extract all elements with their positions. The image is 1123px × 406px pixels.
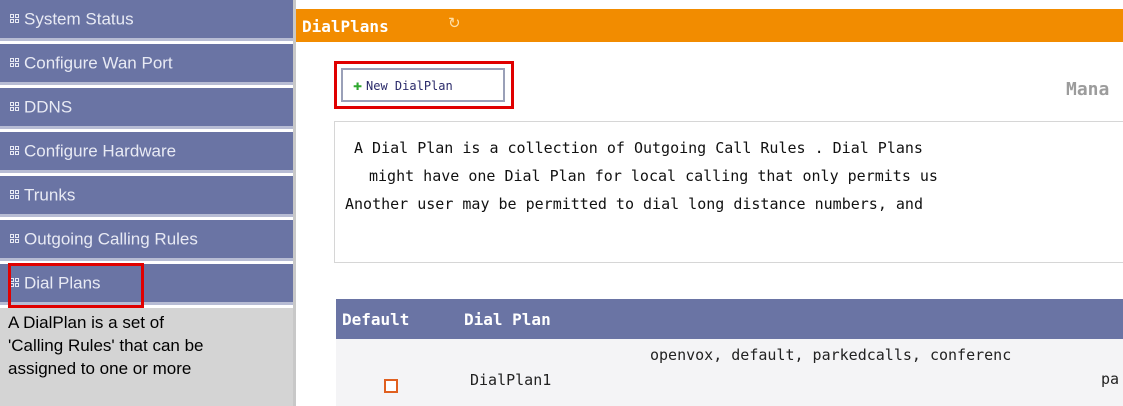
sidebar-item-label: Trunks bbox=[24, 185, 76, 205]
sidebar-item-outgoing-calling-rules[interactable]: Outgoing Calling Rules bbox=[0, 220, 293, 261]
table-row: DialPlan1 openvox, default, parkedcalls,… bbox=[336, 339, 1123, 406]
sidebar-item-label: Configure Hardware bbox=[24, 141, 177, 161]
new-dialplan-button[interactable]: ✚ New DialPlan bbox=[341, 68, 505, 102]
grid-icon bbox=[10, 233, 20, 244]
new-dialplan-label: New DialPlan bbox=[366, 79, 453, 93]
grid-icon bbox=[10, 101, 20, 112]
grid-icon bbox=[10, 145, 20, 156]
sidebar-item-label: Outgoing Calling Rules bbox=[24, 229, 198, 249]
plus-icon: ✚ bbox=[353, 76, 363, 94]
sidebar-item-configure-hardware[interactable]: Configure Hardware bbox=[0, 132, 293, 173]
column-header-default: Default bbox=[342, 310, 410, 329]
section-title: Mana bbox=[1066, 79, 1110, 100]
sidebar-item-ddns[interactable]: DDNS bbox=[0, 88, 293, 129]
sidebar-item-configure-wan-port[interactable]: Configure Wan Port bbox=[0, 44, 293, 85]
description-box: A Dial Plan is a collection of Outgoing … bbox=[334, 121, 1123, 263]
sidebar-description-line: A DialPlan is a set of bbox=[8, 313, 164, 332]
grid-icon bbox=[10, 13, 20, 24]
dialplan-rules: openvox, default, parkedcalls, conferenc bbox=[650, 346, 1012, 364]
top-strip bbox=[296, 0, 1123, 9]
grid-icon bbox=[10, 57, 20, 68]
sidebar-description-line: 'Calling Rules' that can be bbox=[8, 336, 204, 355]
column-header-dial-plan: Dial Plan bbox=[464, 310, 551, 329]
sidebar-item-system-status[interactable]: System Status bbox=[0, 0, 293, 41]
sidebar-description: A DialPlan is a set of 'Calling Rules' t… bbox=[0, 308, 293, 406]
sidebar: System Status Configure Wan Port DDNS Co… bbox=[0, 0, 293, 406]
dialplan-name: DialPlan1 bbox=[470, 371, 552, 389]
grid-icon bbox=[10, 189, 20, 200]
sidebar-item-trunks[interactable]: Trunks bbox=[0, 176, 293, 217]
sidebar-item-label: DDNS bbox=[24, 97, 73, 117]
sidebar-item-label: System Status bbox=[24, 9, 134, 29]
sidebar-item-label: Configure Wan Port bbox=[24, 53, 173, 73]
default-checkbox[interactable] bbox=[384, 379, 398, 393]
table-header: Default Dial Plan bbox=[336, 299, 1123, 339]
sidebar-description-line: assigned to one or more bbox=[8, 359, 192, 378]
main-content: ✚ New DialPlan Mana A Dial Plan is a coll… bbox=[296, 42, 1123, 406]
refresh-icon[interactable]: ↻ bbox=[448, 14, 461, 32]
description-line: Another user may be permitted to dial lo… bbox=[345, 195, 923, 213]
description-line: might have one Dial Plan for local calli… bbox=[369, 167, 938, 185]
dialplan-rules-continued: pa bbox=[1101, 370, 1120, 388]
page-header: DialPlans ↻ bbox=[296, 9, 1123, 42]
description-line: A Dial Plan is a collection of Outgoing … bbox=[354, 139, 923, 157]
page-title: DialPlans bbox=[302, 17, 389, 36]
highlight-box bbox=[8, 263, 144, 308]
dialplan-table: Default Dial Plan DialPlan1 openvox, def… bbox=[336, 299, 1123, 406]
